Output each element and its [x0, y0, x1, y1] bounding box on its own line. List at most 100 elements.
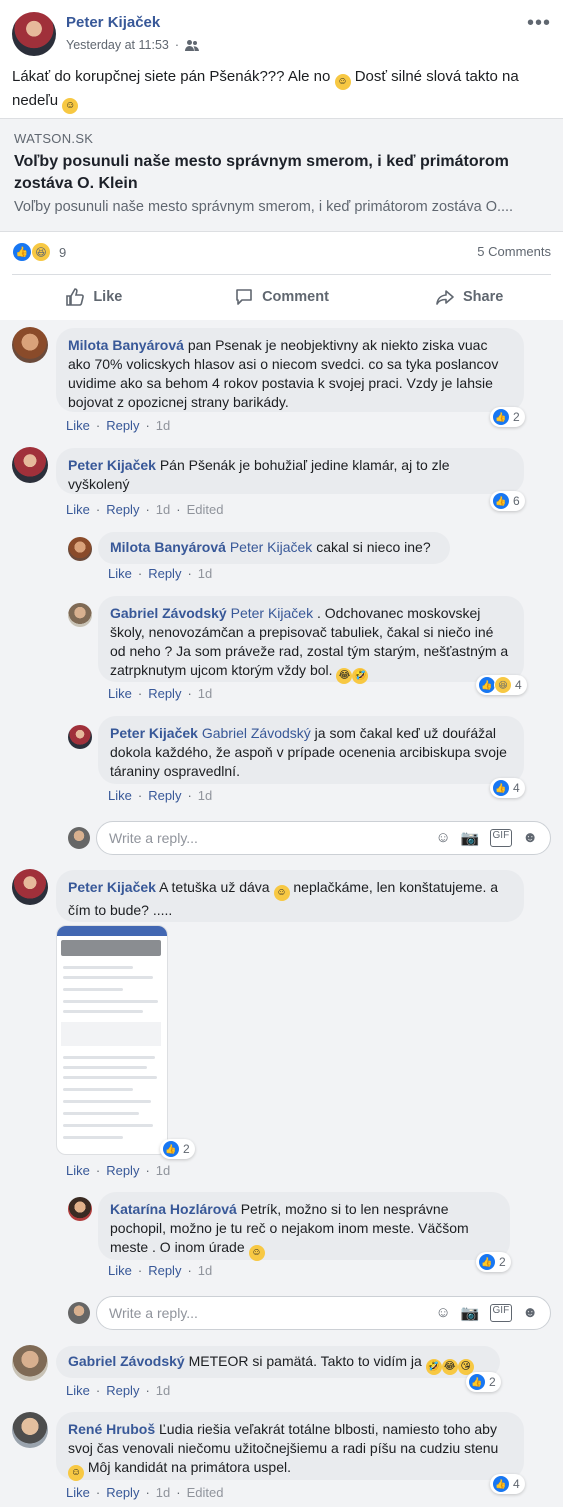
commenter-name[interactable]: René Hruboš	[68, 1421, 155, 1437]
more-options-icon[interactable]: •••	[527, 12, 551, 35]
commenter-name[interactable]: Milota Banyárová	[68, 337, 184, 353]
commenter-name[interactable]: Katarína Hozlárová	[110, 1201, 237, 1217]
comment-time[interactable]: 1d	[156, 1163, 170, 1178]
comment-reply-link[interactable]: Reply	[148, 686, 181, 701]
reply-tools: ☺ 📷 GIF ☻	[436, 1304, 538, 1322]
share-button[interactable]: Share	[375, 275, 563, 319]
commenter-name[interactable]: Peter Kijaček	[68, 879, 156, 895]
camera-icon[interactable]: 📷	[461, 829, 480, 847]
edited-label[interactable]: Edited	[187, 1485, 224, 1500]
emoji-picker-icon[interactable]: ☺	[436, 1304, 451, 1322]
post-time[interactable]: Yesterday at 11:53	[66, 38, 169, 52]
comment-icon	[236, 289, 252, 305]
like-label: Like	[93, 289, 123, 305]
dot-separator: ·	[174, 38, 180, 52]
gif-icon[interactable]: GIF	[489, 829, 513, 847]
sticker-icon[interactable]: ☻	[522, 829, 538, 847]
link-preview-card[interactable]: WATSON.SK Voľby posunuli naše mesto sprá…	[0, 118, 563, 232]
link-description: Voľby posunuli naše mesto správnym smero…	[14, 199, 514, 215]
avatar[interactable]	[12, 327, 48, 363]
comment-reply-link[interactable]: Reply	[106, 1383, 139, 1398]
comment-reactions-badge[interactable]: 👍 😆 4	[476, 675, 527, 695]
camera-icon[interactable]: 📷	[461, 1304, 480, 1322]
comment-reactions-badge[interactable]: 👍 2	[160, 1139, 195, 1159]
avatar[interactable]	[12, 869, 48, 905]
comment-reactions-badge[interactable]: 👍 2	[476, 1252, 511, 1272]
share-label: Share	[463, 289, 504, 305]
comment-time[interactable]: 1d	[198, 566, 212, 581]
comment-button[interactable]: Comment	[188, 275, 376, 319]
post-author-name[interactable]: Peter Kijaček	[66, 14, 160, 31]
comment-time[interactable]: 1d	[198, 1263, 212, 1278]
like-reaction-icon: 👍	[162, 1140, 180, 1158]
comment-like-link[interactable]: Like	[108, 566, 132, 581]
like-reaction-icon: 👍	[492, 408, 510, 426]
comment-reply-link[interactable]: Reply	[148, 788, 181, 803]
reaction-count: 9	[59, 244, 67, 260]
commenter-name[interactable]: Peter Kijaček	[68, 457, 156, 473]
comments-count-link[interactable]: 5 Comments	[477, 244, 551, 259]
comment-reactions-badge[interactable]: 👍 2	[490, 407, 525, 427]
avatar[interactable]	[12, 447, 48, 483]
laughing-emoji-icon: 😂	[336, 668, 353, 684]
comment-like-link[interactable]: Like	[108, 1263, 132, 1278]
comment-like-link[interactable]: Like	[66, 418, 90, 433]
like-reaction-icon: 👍	[492, 779, 510, 797]
edited-label[interactable]: Edited	[187, 502, 224, 517]
comment-like-link[interactable]: Like	[66, 1485, 90, 1500]
avatar[interactable]	[68, 1197, 92, 1221]
reply-tools: ☺ 📷 GIF ☻	[436, 829, 538, 847]
comment-like-link[interactable]: Like	[66, 1383, 90, 1398]
commenter-name[interactable]: Gabriel Závodský	[68, 1353, 185, 1369]
comment-time[interactable]: 1d	[156, 1383, 170, 1398]
mention-tag[interactable]: Peter Kijaček	[230, 539, 312, 555]
comment-reactions-badge[interactable]: 👍 4	[490, 1474, 525, 1494]
comment-reply-link[interactable]: Reply	[106, 1163, 139, 1178]
comment-bubble: Gabriel Závodský METEOR si pamätá. Takto…	[56, 1346, 500, 1378]
friends-privacy-icon[interactable]	[185, 39, 200, 51]
comment-time[interactable]: 1d	[198, 686, 212, 701]
comment-like-link[interactable]: Like	[108, 788, 132, 803]
comment-like-link[interactable]: Like	[108, 686, 132, 701]
commenter-name[interactable]: Milota Banyárová	[110, 539, 226, 555]
commenter-name[interactable]: Gabriel Závodský	[110, 605, 227, 621]
comment-like-link[interactable]: Like	[66, 1163, 90, 1178]
comment-time[interactable]: 1d	[156, 502, 170, 517]
comment-time[interactable]: 1d	[156, 418, 170, 433]
comment-reply-link[interactable]: Reply	[106, 1485, 139, 1500]
avatar[interactable]	[12, 1412, 48, 1448]
comment-reactions-badge[interactable]: 👍 6	[490, 491, 525, 511]
avatar[interactable]	[12, 1345, 48, 1381]
comment-reply-link[interactable]: Reply	[106, 418, 139, 433]
reply-input[interactable]: Write a reply... ☺ 📷 GIF ☻	[96, 1296, 551, 1330]
emoji-picker-icon[interactable]: ☺	[436, 829, 451, 847]
reactions-summary[interactable]: 👍 😆 9	[12, 242, 66, 262]
comment-reaction-count: 2	[183, 1142, 190, 1156]
like-button[interactable]: Like	[0, 275, 188, 319]
gif-icon[interactable]: GIF	[489, 1304, 513, 1322]
comment-reaction-count: 4	[513, 1477, 520, 1491]
comment-reply-link[interactable]: Reply	[148, 566, 181, 581]
comment-reply-link[interactable]: Reply	[106, 502, 139, 517]
comment-label: Comment	[262, 289, 329, 305]
comment-image-thumbnail[interactable]	[56, 925, 168, 1155]
reply-input[interactable]: Write a reply... ☺ 📷 GIF ☻	[96, 821, 551, 855]
mention-tag[interactable]: Peter Kijaček	[231, 605, 313, 621]
comment-reply-link[interactable]: Reply	[148, 1263, 181, 1278]
comment-like-link[interactable]: Like	[66, 502, 90, 517]
avatar[interactable]	[68, 603, 92, 627]
sticker-icon[interactable]: ☻	[522, 1304, 538, 1322]
mention-tag[interactable]: Gabriel Závodský	[202, 725, 311, 741]
share-icon	[436, 290, 454, 305]
commenter-name[interactable]: Peter Kijaček	[110, 725, 198, 741]
post-author-avatar[interactable]	[12, 12, 56, 56]
comment-time[interactable]: 1d	[156, 1485, 170, 1500]
avatar[interactable]	[68, 725, 92, 749]
comment-text-2: Môj kandidát na primátora uspel.	[87, 1459, 291, 1475]
link-title[interactable]: Voľby posunuli naše mesto správnym smero…	[14, 151, 544, 195]
comment-reactions-badge[interactable]: 👍 4	[490, 778, 525, 798]
comment-reactions-badge[interactable]: 👍 2	[466, 1372, 501, 1392]
avatar[interactable]	[68, 537, 92, 561]
comment-time[interactable]: 1d	[198, 788, 212, 803]
thumbs-up-icon	[66, 288, 85, 306]
